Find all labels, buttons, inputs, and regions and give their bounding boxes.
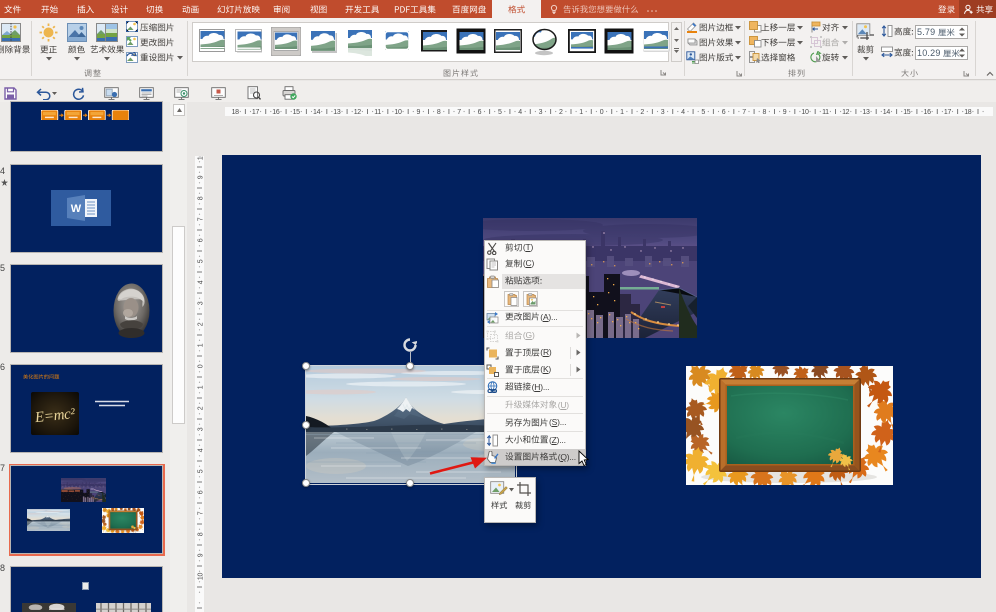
svg-text:0: 0 bbox=[600, 109, 604, 116]
svg-text:14: 14 bbox=[313, 109, 321, 116]
svg-text:4: 4 bbox=[197, 280, 204, 284]
svg-text:7: 7 bbox=[457, 109, 461, 116]
svg-text:11: 11 bbox=[374, 109, 381, 116]
svg-text:15: 15 bbox=[903, 109, 911, 116]
svg-text:2: 2 bbox=[559, 109, 563, 116]
svg-text:6: 6 bbox=[722, 109, 726, 116]
svg-text:3: 3 bbox=[197, 301, 204, 305]
svg-text:4: 4 bbox=[681, 109, 685, 116]
svg-text:1: 1 bbox=[197, 343, 204, 347]
svg-text:11: 11 bbox=[822, 109, 829, 116]
svg-text:9: 9 bbox=[197, 553, 204, 557]
svg-text:13: 13 bbox=[862, 109, 870, 116]
svg-text:18: 18 bbox=[964, 109, 972, 116]
svg-text:5: 5 bbox=[197, 259, 204, 263]
svg-text:4: 4 bbox=[197, 448, 204, 452]
svg-text:2: 2 bbox=[197, 406, 204, 410]
svg-text:9: 9 bbox=[197, 175, 204, 179]
svg-text:2: 2 bbox=[197, 322, 204, 326]
svg-text:1: 1 bbox=[620, 109, 624, 116]
svg-text:10: 10 bbox=[197, 573, 204, 581]
svg-text:13: 13 bbox=[333, 109, 341, 116]
svg-text:4: 4 bbox=[518, 109, 522, 116]
svg-text:16: 16 bbox=[272, 109, 280, 116]
svg-text:10: 10 bbox=[197, 156, 204, 160]
svg-text:6: 6 bbox=[197, 490, 204, 494]
svg-text:17: 17 bbox=[252, 109, 260, 116]
svg-text:8: 8 bbox=[197, 196, 204, 200]
svg-text:7: 7 bbox=[197, 217, 204, 221]
svg-text:12: 12 bbox=[842, 109, 850, 116]
svg-text:9: 9 bbox=[417, 109, 421, 116]
svg-text:15: 15 bbox=[293, 109, 301, 116]
svg-text:W: W bbox=[71, 203, 82, 215]
svg-text:5: 5 bbox=[498, 109, 502, 116]
svg-text:3: 3 bbox=[661, 109, 665, 116]
svg-text:14: 14 bbox=[883, 109, 891, 116]
svg-text:3: 3 bbox=[197, 427, 204, 431]
svg-text:6: 6 bbox=[197, 238, 204, 242]
svg-text:16: 16 bbox=[924, 109, 932, 116]
svg-text:10: 10 bbox=[801, 109, 809, 116]
svg-text:1: 1 bbox=[579, 109, 583, 116]
svg-text:8: 8 bbox=[763, 109, 767, 116]
svg-text:1: 1 bbox=[197, 385, 204, 389]
svg-text:10: 10 bbox=[394, 109, 402, 116]
svg-text:8: 8 bbox=[197, 532, 204, 536]
svg-text:3: 3 bbox=[539, 109, 543, 116]
svg-text:9: 9 bbox=[783, 109, 787, 116]
svg-text:8: 8 bbox=[437, 109, 441, 116]
svg-text:6: 6 bbox=[478, 109, 482, 116]
svg-text:7: 7 bbox=[197, 511, 204, 515]
svg-text:18: 18 bbox=[232, 109, 240, 116]
svg-text:2: 2 bbox=[640, 109, 644, 116]
svg-text:7: 7 bbox=[742, 109, 746, 116]
svg-text:17: 17 bbox=[944, 109, 952, 116]
svg-text:5: 5 bbox=[197, 469, 204, 473]
svg-text:12: 12 bbox=[354, 109, 362, 116]
svg-text:5: 5 bbox=[701, 109, 705, 116]
svg-text:0: 0 bbox=[197, 364, 204, 368]
